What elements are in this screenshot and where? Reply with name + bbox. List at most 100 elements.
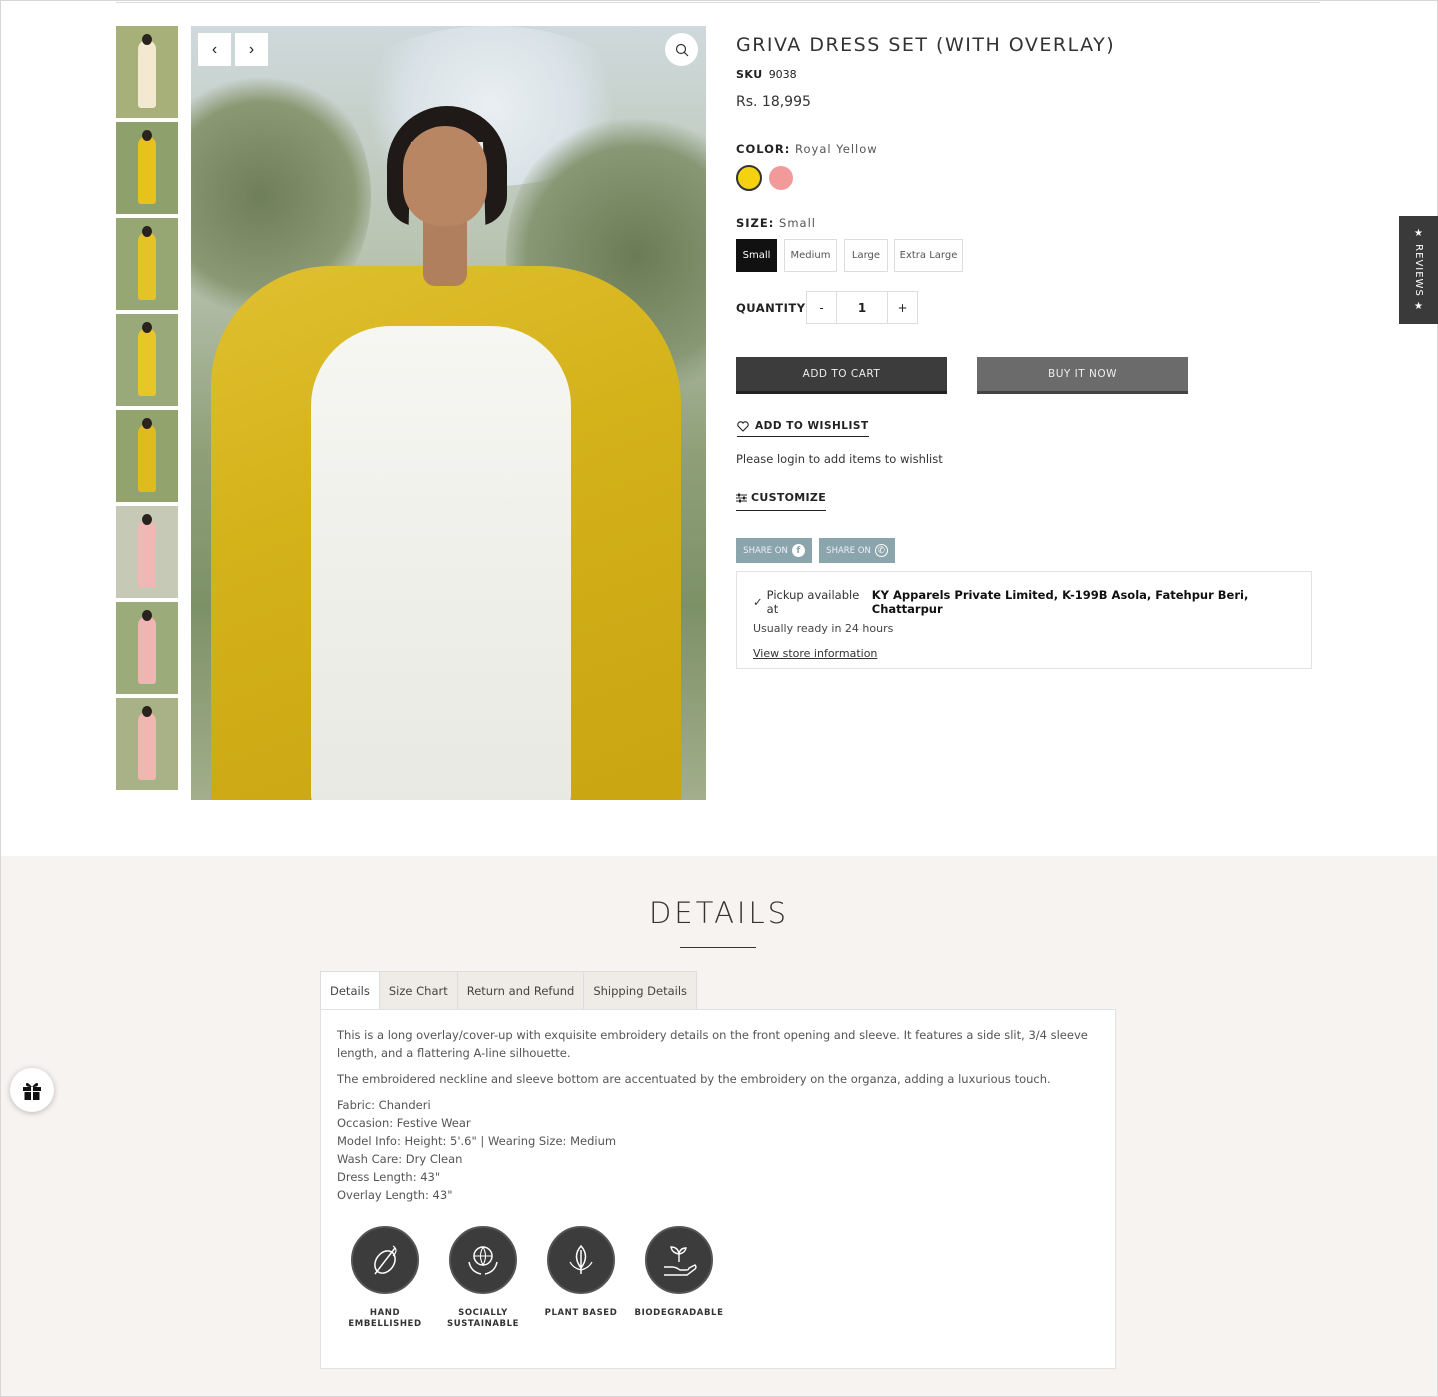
quantity-stepper: - 1 + (806, 291, 918, 324)
spec-wash-care: Wash Care: Dry Clean (337, 1152, 463, 1166)
thumbnail-item[interactable] (116, 218, 178, 310)
thumbnail-figure (138, 232, 156, 300)
main-product-image[interactable] (191, 26, 706, 800)
thumbnail-figure (138, 424, 156, 492)
add-to-cart-button[interactable]: ADD TO CART (736, 357, 947, 394)
thumbnail-item[interactable] (116, 410, 178, 502)
thumbnail-head (142, 130, 152, 141)
tab-details[interactable]: Details (321, 972, 380, 1010)
quantity-input[interactable]: 1 (836, 292, 888, 323)
whatsapp-icon: ✆ (874, 544, 888, 557)
swatch-royal-yellow[interactable] (736, 165, 762, 191)
spec-overlay-length: Overlay Length: 43" (337, 1188, 453, 1202)
magnifier-icon (675, 43, 688, 56)
wishlist-note: Please login to add items to wishlist (736, 452, 943, 466)
size-medium-button[interactable]: Medium (784, 239, 837, 272)
sku-value: 9038 (768, 68, 797, 81)
next-image-button[interactable]: › (235, 33, 268, 66)
tab-shipping-details[interactable]: Shipping Details (584, 972, 696, 1010)
size-label-text: SIZE: (736, 216, 775, 230)
swatch-pink[interactable] (769, 166, 793, 190)
gift-widget-button[interactable] (10, 1068, 54, 1112)
badge-label: BIODEGRADABLE (634, 1308, 724, 1318)
sliders-icon (736, 493, 747, 502)
chevron-left-icon: ‹ (211, 40, 218, 58)
thumbnail-item[interactable] (116, 122, 178, 214)
pickup-location: KY Apparels Private Limited, K-199B Asol… (871, 588, 1249, 616)
tab-return-and-refund[interactable]: Return and Refund (458, 972, 585, 1010)
details-panel: This is a long overlay/cover-up with exq… (320, 1009, 1116, 1369)
buy-now-button[interactable]: BUY IT NOW (977, 357, 1188, 394)
globe-hands-icon (449, 1226, 517, 1294)
details-section: DETAILS Details Size Chart Return and Re… (1, 856, 1437, 1396)
badge-biodegradable: BIODEGRADABLE (635, 1226, 723, 1330)
thumbnail-item[interactable] (116, 314, 178, 406)
needle-thread-icon (351, 1226, 419, 1294)
thumbnail-head (142, 706, 152, 717)
thumbnail-figure (138, 712, 156, 780)
details-heading-rule (680, 947, 756, 948)
zoom-button[interactable] (665, 33, 698, 66)
view-store-information-link[interactable]: View store information (753, 647, 1295, 660)
thumbnail-item[interactable] (116, 26, 178, 118)
image-model-face (403, 126, 487, 226)
thumbnail-head (142, 322, 152, 333)
share-whatsapp-button[interactable]: SHARE ON ✆ (819, 538, 895, 563)
thumbnail-head (142, 226, 152, 237)
color-label-text: COLOR: (736, 142, 791, 156)
share-whatsapp-label: SHARE ON (826, 545, 871, 556)
size-selected: Small (779, 216, 816, 230)
quantity-increase-button[interactable]: + (888, 292, 917, 323)
thumbnail-head (142, 418, 152, 429)
thumbnail-figure (138, 136, 156, 204)
details-heading: DETAILS (648, 896, 790, 930)
color-selected: Royal Yellow (795, 142, 878, 156)
pickup-line: ✓ Pickup available at KY Apparels Privat… (753, 588, 1295, 616)
product-price: Rs. 18,995 (736, 94, 811, 110)
details-paragraph-1: This is a long overlay/cover-up with exq… (337, 1028, 1088, 1060)
thumbnail-figure (138, 520, 156, 588)
size-small-button[interactable]: Small (736, 239, 777, 272)
sprout-hand-icon (645, 1226, 713, 1294)
tab-size-chart[interactable]: Size Chart (380, 972, 458, 1010)
spec-model-info: Model Info: Height: 5'.6" | Wearing Size… (337, 1134, 617, 1148)
chevron-right-icon: › (248, 40, 255, 58)
checkmark-icon: ✓ (753, 595, 763, 609)
thumbnail-figure (138, 40, 156, 108)
leaf-icon (547, 1226, 615, 1294)
badge-label: SOCIALLY SUSTAINABLE (446, 1308, 520, 1329)
thumbnail-figure (138, 616, 156, 684)
badge-socially-sustainable: SOCIALLY SUSTAINABLE (447, 1226, 518, 1330)
share-facebook-label: SHARE ON (743, 545, 788, 556)
spec-fabric: Fabric: Chanderi (337, 1098, 431, 1112)
prev-image-button[interactable]: ‹ (198, 33, 231, 66)
customize-link[interactable]: CUSTOMIZE (736, 491, 827, 511)
reviews-side-tab[interactable]: ★ REVIEWS ★ (1399, 216, 1438, 324)
size-label: SIZE: Small (736, 216, 816, 230)
thumbnail-strip (116, 26, 178, 800)
thumbnail-item[interactable] (116, 602, 178, 694)
details-paragraph-2: The embroidered neckline and sleeve bott… (337, 1072, 1051, 1086)
quantity-decrease-button[interactable]: - (807, 292, 836, 323)
color-label: COLOR: Royal Yellow (736, 142, 878, 156)
size-large-button[interactable]: Large (844, 239, 888, 272)
top-divider (116, 2, 1320, 3)
badge-label: HAND EMBELLISHED (348, 1308, 422, 1329)
quantity-label: QUANTITY (736, 301, 806, 315)
product-title: GRIVA DRESS SET (WITH OVERLAY) (736, 34, 1116, 56)
badge-hand-embellished: HAND EMBELLISHED (348, 1226, 421, 1330)
details-tabs: Details Size Chart Return and Refund Shi… (320, 971, 698, 1010)
share-facebook-button[interactable]: SHARE ON f (736, 538, 812, 563)
thumbnail-figure (138, 328, 156, 396)
customize-label: CUSTOMIZE (751, 491, 827, 504)
size-extra-large-button[interactable]: Extra Large (894, 239, 963, 272)
badge-label: PLANT BASED (544, 1308, 618, 1318)
add-to-wishlist-link[interactable]: ADD TO WISHLIST (737, 420, 869, 437)
thumbnail-head (142, 34, 152, 45)
product-sku: SKU 9038 (736, 68, 797, 81)
thumbnail-head (142, 514, 152, 525)
thumbnail-item[interactable] (116, 506, 178, 598)
thumbnail-item[interactable] (116, 698, 178, 790)
thumbnail-head (142, 610, 152, 621)
reviews-tab-label: ★ REVIEWS ★ (1413, 227, 1424, 313)
